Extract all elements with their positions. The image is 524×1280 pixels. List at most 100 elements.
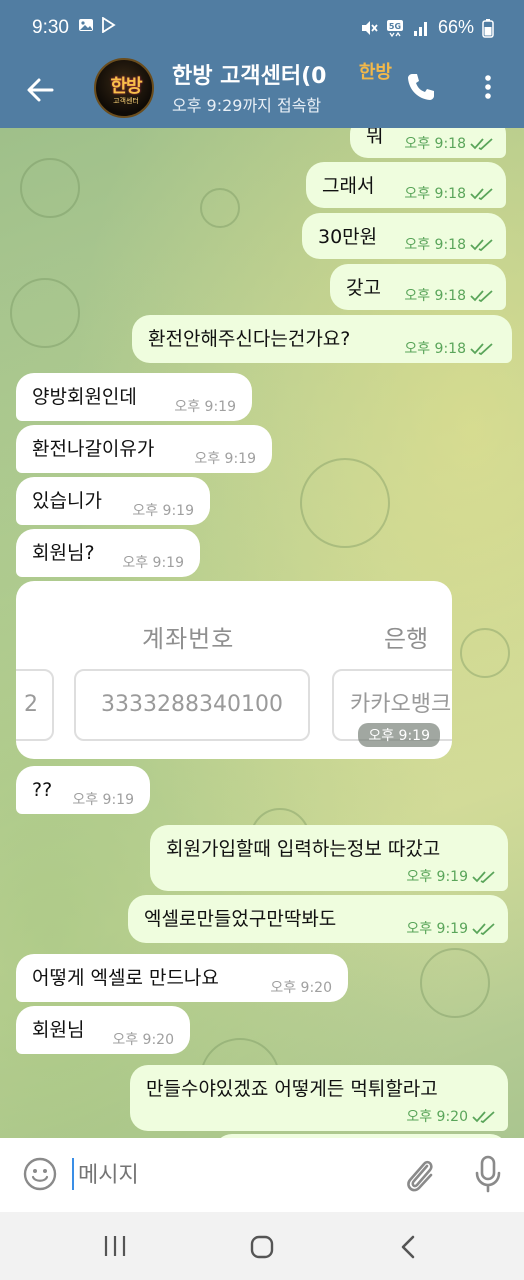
message-bubble-outgoing[interactable]: 그래서 오후 9:18 <box>306 162 506 208</box>
message-time: 오후 9:19 <box>406 869 468 885</box>
message-time: 오후 9:19 <box>406 921 468 937</box>
status-time: 9:30 <box>32 17 69 38</box>
signal-icon <box>413 21 427 36</box>
message-meta: 오후 9:18 <box>404 132 494 156</box>
message-time: 오후 9:18 <box>404 288 466 304</box>
message-text: 만들수야있겠죠 어떻게든 먹튀할라고 <box>146 1078 438 1100</box>
back-arrow-icon[interactable] <box>22 72 58 108</box>
image-cell-account: 3333288340100 <box>74 669 310 741</box>
message-time: 오후 9:20 <box>406 1109 468 1125</box>
chat-message-list[interactable]: 뭐 오후 9:18 그래서 오후 9:18 30만원 오후 9:18 갖고 오후… <box>0 128 524 1138</box>
message-bubble-outgoing[interactable]: 환전안해주신다는건가요? 오후 9:18 <box>132 315 512 363</box>
status-bar: 9:30 5G 66% <box>0 0 524 56</box>
message-meta: 오후 9:19 <box>406 917 496 941</box>
message-text: 뭐 <box>366 128 384 147</box>
image-header-account: 계좌번호 <box>142 625 235 653</box>
avatar-logo-subtext: 고객센터 <box>113 97 139 105</box>
message-bubble-incoming[interactable]: 있습니가 오후 9:19 <box>16 477 210 525</box>
last-seen-status: 오후 9:29까지 접속함 <box>172 96 322 115</box>
message-bubble-incoming[interactable]: 양방회원인데 오후 9:19 <box>16 373 252 421</box>
message-text: 환전안해주신다는건가요? <box>148 328 351 350</box>
read-check-icon <box>472 923 495 936</box>
image-header-bank: 은행 <box>384 625 429 653</box>
message-bubble-incoming[interactable]: 어떻게 엑셀로 만드나요 오후 9:20 <box>16 954 348 1002</box>
chat-title-badge: 한방 <box>354 58 392 84</box>
chat-title[interactable]: 한방 고객센터(0 한방 <box>172 58 392 92</box>
message-time: 오후 9:20 <box>112 1032 174 1048</box>
message-bubble-outgoing[interactable]: 만들수야있겠죠 어떻게든 먹튀할라고 오후 9:20 <box>130 1065 508 1131</box>
nav-back-icon[interactable] <box>398 1234 418 1260</box>
message-time: 오후 9:18 <box>404 341 466 357</box>
background-doodle <box>300 458 390 548</box>
paperclip-icon[interactable] <box>400 1154 438 1194</box>
emoji-icon[interactable] <box>22 1156 58 1192</box>
message-meta: 오후 9:18 <box>404 284 494 308</box>
message-bubble-incoming[interactable]: 환전나갈이유가 오후 9:19 <box>16 425 272 473</box>
message-text: 갖고 <box>346 277 381 299</box>
message-text: ?? <box>32 779 53 801</box>
more-vertical-icon[interactable] <box>478 70 498 104</box>
image-cell-left: 2 <box>16 669 54 741</box>
message-meta: 오후 9:20 <box>406 1105 496 1129</box>
message-text: 엑셀로만들었구만딱봐도 <box>144 908 337 930</box>
message-time: 오후 9:19 <box>174 399 236 415</box>
avatar[interactable]: 한방 고객센터 <box>94 58 154 118</box>
message-bubble-outgoing[interactable]: 30만원 오후 9:18 <box>302 213 506 259</box>
read-check-icon <box>470 239 493 252</box>
message-image[interactable]: 계좌번호 은행 2 3333288340100 카카오뱅크 오후 9:19 <box>16 581 452 759</box>
message-input[interactable] <box>72 1158 372 1192</box>
image-icon <box>79 19 93 31</box>
message-time: 오후 9:19 <box>132 503 194 519</box>
system-navigation-bar <box>0 1212 524 1280</box>
message-bubble-outgoing[interactable]: 회원가입할때 입력하는정보 따갔고 오후 9:19 <box>150 825 508 891</box>
message-text: 30만원 <box>318 226 378 248</box>
message-meta: 오후 9:18 <box>404 182 494 206</box>
status-right-icons: 5G 66% <box>360 17 494 38</box>
home-icon[interactable] <box>249 1234 275 1260</box>
message-meta: 오후 9:18 <box>404 337 494 361</box>
message-meta: 오후 9:19 <box>406 865 496 889</box>
message-bubble-outgoing[interactable]: 뭐 오후 9:18 <box>350 128 506 158</box>
message-text: 회원님? <box>32 542 95 564</box>
read-check-icon <box>470 343 493 356</box>
battery-icon <box>482 18 494 38</box>
phone-icon[interactable] <box>404 70 438 104</box>
message-bubble-outgoing[interactable]: 갖고 오후 9:18 <box>330 264 506 310</box>
microphone-icon[interactable] <box>472 1154 504 1194</box>
read-check-icon <box>472 1111 495 1124</box>
message-text: 회원님 <box>32 1019 85 1041</box>
chat-title-text: 한방 고객센터(0 <box>172 64 327 89</box>
message-time: 오후 9:19 <box>72 792 134 808</box>
background-doodle <box>20 158 80 218</box>
message-time: 오후 9:19 <box>194 451 256 467</box>
message-time: 오후 9:18 <box>404 186 466 202</box>
play-store-icon <box>102 17 116 33</box>
message-composer <box>0 1138 524 1212</box>
recent-apps-icon[interactable] <box>102 1234 128 1258</box>
message-text: 회원가입할때 입력하는정보 따갔고 <box>166 838 441 860</box>
message-bubble-incoming[interactable]: 회원님? 오후 9:19 <box>16 529 200 577</box>
message-bubble-incoming[interactable]: 회원님 오후 9:20 <box>16 1006 190 1054</box>
background-doodle <box>420 948 490 1018</box>
message-bubble-incoming[interactable]: ?? 오후 9:19 <box>16 766 150 814</box>
read-check-icon <box>470 290 493 303</box>
message-text: 환전나갈이유가 <box>32 438 155 460</box>
mute-icon <box>361 20 378 35</box>
message-time: 오후 9:19 <box>122 555 184 571</box>
background-doodle <box>10 278 80 348</box>
background-doodle <box>460 628 510 678</box>
message-time: 오후 9:19 <box>358 723 440 747</box>
message-text: 있습니가 <box>32 490 102 512</box>
read-check-icon <box>472 871 495 884</box>
background-doodle <box>200 188 240 228</box>
message-meta: 오후 9:18 <box>404 233 494 257</box>
read-check-icon <box>470 188 493 201</box>
message-text: 그래서 <box>322 175 375 197</box>
chat-header: 한방 고객센터 한방 고객센터(0 한방 오후 9:29까지 접속함 <box>0 56 524 128</box>
network-5g-icon: 5G <box>386 19 403 37</box>
message-bubble-outgoing[interactable]: 엑셀로만들었구만딱봐도 오후 9:19 <box>128 895 508 943</box>
svg-text:5G: 5G <box>389 22 401 31</box>
message-text: 양방회원인데 <box>32 386 137 408</box>
text-cursor <box>72 1158 74 1190</box>
message-time: 오후 9:18 <box>404 237 466 253</box>
